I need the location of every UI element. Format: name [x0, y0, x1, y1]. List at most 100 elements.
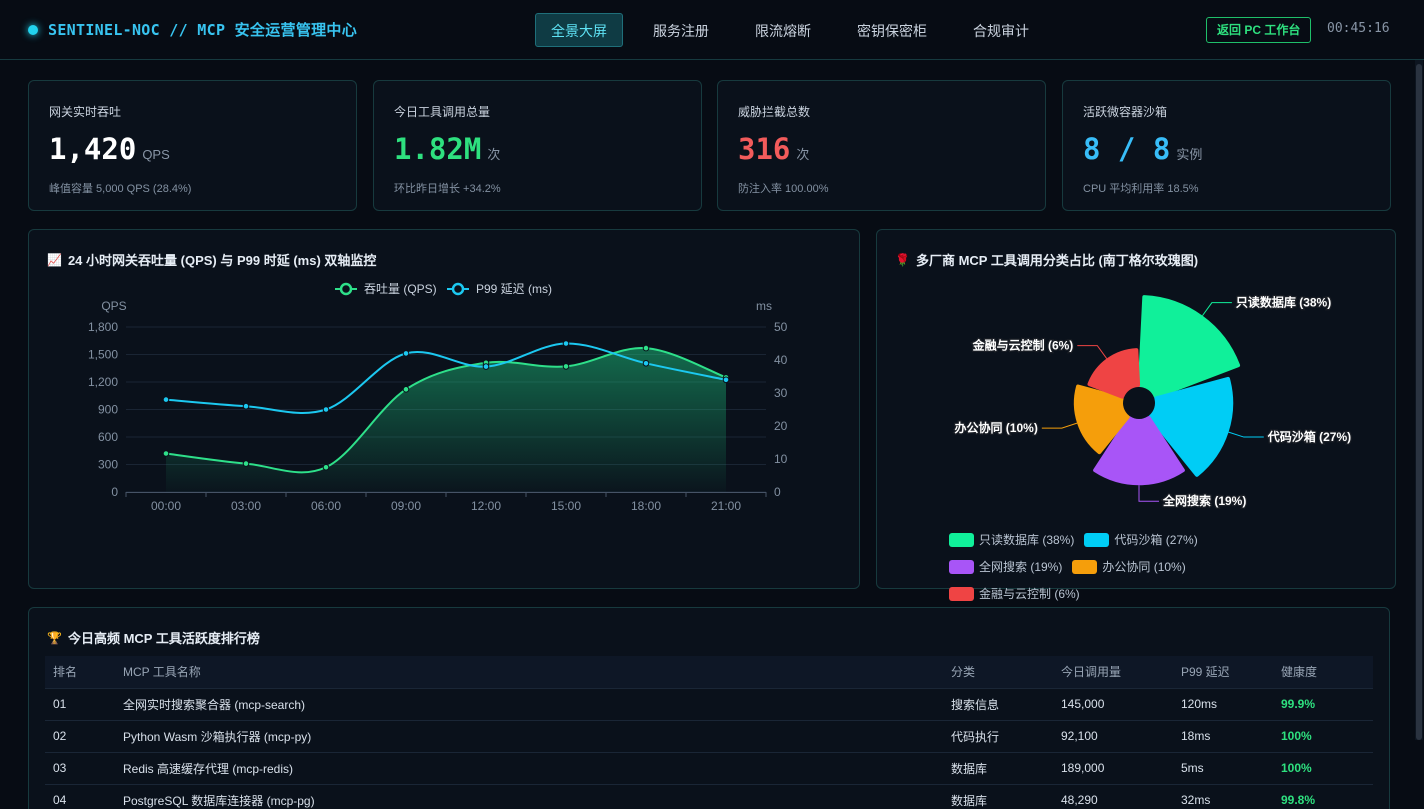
scrollbar-thumb[interactable]	[1416, 64, 1422, 740]
legend-item[interactable]: 金融与云控制 (6%)	[949, 582, 1080, 606]
y-left-tick-label: 0	[111, 485, 118, 499]
kpi-label: 威胁拦截总数	[738, 105, 811, 119]
column-header: P99 延迟	[1173, 656, 1273, 688]
trophy-icon: 🏆	[47, 630, 62, 645]
legend-item[interactable]: 代码沙箱 (27%)	[1084, 528, 1198, 552]
tool-name-cell: 全网实时搜索聚合器 (mcp-search)	[115, 687, 943, 720]
x-tick-label: 06:00	[311, 499, 341, 513]
health-cell: 99.9%	[1273, 687, 1373, 720]
label-leader-line	[1138, 485, 1159, 502]
data-point	[322, 406, 330, 413]
y-right-tick-label: 20	[774, 419, 788, 433]
legend-swatch	[1072, 560, 1098, 574]
table-row[interactable]: 02 Python Wasm 沙箱执行器 (mcp-py) 代码执行 92,10…	[45, 719, 1373, 752]
rose-icon: 🌹	[895, 252, 910, 267]
table-row[interactable]: 01 全网实时搜索聚合器 (mcp-search) 搜索信息 145,000 1…	[45, 687, 1373, 720]
back-to-workbench-button[interactable]: 返回 PC 工作台	[1206, 17, 1312, 43]
slice-label: 代码沙箱 (27%)	[1267, 429, 1351, 444]
y-right-tick-label: 30	[774, 386, 788, 400]
page-scrollbar[interactable]	[1415, 60, 1423, 740]
clock: 00:45:16	[1327, 21, 1390, 36]
kpi-card-sandboxes: 活跃微容器沙箱 8 / 8 实例 CPU 平均利用率 18.5%	[1062, 80, 1391, 211]
kpi-value: 1,420	[49, 132, 137, 166]
y-left-tick-label: 900	[98, 403, 118, 417]
column-header: 排名	[45, 656, 115, 688]
y-left-tick-label: 1,200	[88, 375, 118, 389]
rose-legend: 只读数据库 (38%) 代码沙箱 (27%) 全网搜索 (19%) 办公协同 (10%…	[949, 528, 1329, 609]
table-row[interactable]: 03 Redis 高速缓存代理 (mcp-redis) 数据库 189,000 …	[45, 751, 1373, 784]
tool-name-cell: Python Wasm 沙箱执行器 (mcp-py)	[115, 719, 943, 752]
panel-title: 📈 24 小时网关吞吐量 (QPS) 与 P99 时延 (ms) 双轴监控	[47, 250, 376, 269]
status-dot-icon	[28, 24, 38, 35]
legend-item[interactable]: 只读数据库 (38%)	[949, 528, 1074, 552]
legend-marker	[339, 282, 353, 296]
column-header: 今日调用量	[1053, 656, 1173, 688]
category-cell: 搜索信息	[943, 687, 1053, 720]
data-point	[482, 363, 490, 370]
table-row[interactable]: 04 PostgreSQL 数据库连接器 (mcp-pg) 数据库 48,290…	[45, 783, 1373, 809]
panel-title: 🌹 多厂商 MCP 工具调用分类占比 (南丁格尔玫瑰图)	[895, 250, 1198, 269]
kpi-card-tool-calls: 今日工具调用总量 1.82M 次 环比昨日增长 +34.2%	[373, 80, 702, 211]
label-leader-line	[1228, 431, 1264, 438]
kpi-unit: 次	[487, 147, 501, 162]
y-left-tick-label: 300	[98, 458, 118, 472]
legend-swatch	[1084, 533, 1110, 547]
kpi-value: 1.82M	[394, 132, 482, 166]
category-rose-panel: 🌹 多厂商 MCP 工具调用分类占比 (南丁格尔玫瑰图) 只读数据库 (38%)…	[876, 229, 1396, 601]
brand-title: SENTINEL-NOC // MCP 安全运营管理中心	[48, 21, 358, 39]
legend-label: 全网搜索 (19%)	[979, 560, 1063, 574]
legend-swatch	[949, 560, 974, 574]
rank-cell: 03	[45, 751, 115, 784]
nav-tab-overview[interactable]: 全景大屏	[535, 13, 623, 47]
x-tick-label: 09:00	[391, 499, 421, 513]
nav-tab-service-registry[interactable]: 服务注册	[637, 13, 725, 47]
slice-label: 只读数据库 (38%)	[1236, 295, 1331, 310]
category-cell: 数据库	[943, 783, 1053, 809]
legend-label: 金融与云控制 (6%)	[979, 587, 1080, 601]
brand: SENTINEL-NOC // MCP 安全运营管理中心	[28, 19, 357, 40]
data-point	[562, 363, 570, 370]
health-cell: 100%	[1273, 719, 1373, 752]
y-right-tick-label: 50	[774, 320, 788, 334]
series-area	[166, 347, 726, 492]
kpi-sub: 峰值容量 5,000 QPS (28.4%)	[49, 183, 192, 195]
kpi-label: 网关实时吞吐	[49, 105, 122, 119]
slice-label: 金融与云控制 (6%)	[972, 338, 1074, 353]
tool-ranking-panel: 🏆 今日高频 MCP 工具活跃度排行榜 排名 MCP 工具名称 分类 今日调用量…	[28, 607, 1390, 809]
legend-label: 办公协同 (10%)	[1102, 560, 1186, 574]
data-point	[642, 344, 650, 352]
y-right-tick-label: 40	[774, 353, 788, 367]
data-point	[242, 460, 250, 467]
legend-label: 只读数据库 (38%)	[979, 533, 1075, 547]
nav-tab-key-vault[interactable]: 密钥保密柜	[841, 13, 943, 47]
slice-label: 全网搜索 (19%)	[1162, 493, 1246, 508]
kpi-value: 8 / 8	[1083, 132, 1171, 166]
y-left-axis-label: QPS	[101, 299, 126, 313]
legend-item[interactable]: 办公协同 (10%)	[1072, 555, 1186, 579]
label-leader-line	[1202, 302, 1232, 316]
kpi-unit: QPS	[142, 147, 170, 162]
kpi-sub: 环比昨日增长 +34.2%	[394, 183, 501, 195]
label-leader-line	[1077, 345, 1108, 359]
nav-tab-compliance-audit[interactable]: 合规审计	[957, 13, 1045, 47]
kpi-card-throughput: 网关实时吞吐 1,420 QPS 峰值容量 5,000 QPS (28.4%)	[28, 80, 357, 211]
y-right-tick-label: 10	[774, 452, 788, 466]
nav-tab-rate-limit[interactable]: 限流熔断	[739, 13, 827, 47]
kpi-card-threats-blocked: 威胁拦截总数 316 次 防注入率 100.00%	[717, 80, 1046, 211]
legend-label: P99 延迟 (ms)	[476, 282, 552, 296]
legend-item[interactable]: 全网搜索 (19%)	[949, 555, 1062, 579]
table-header-row: 排名 MCP 工具名称 分类 今日调用量 P99 延迟 健康度	[45, 656, 1373, 688]
category-cell: 数据库	[943, 751, 1053, 784]
column-header: 健康度	[1273, 656, 1373, 688]
x-tick-label: 21:00	[711, 499, 741, 513]
data-point	[162, 396, 170, 403]
kpi-value: 316	[738, 132, 791, 166]
panel-title: 🏆 今日高频 MCP 工具活跃度排行榜	[47, 628, 260, 647]
label-leader-line	[1041, 422, 1078, 429]
data-point	[722, 376, 730, 384]
slice-label: 办公协同 (10%)	[954, 420, 1037, 435]
calls-cell: 48,290	[1053, 783, 1173, 809]
rank-cell: 04	[45, 783, 115, 809]
legend-label: 代码沙箱 (27%)	[1114, 533, 1198, 547]
column-header: 分类	[943, 656, 1053, 688]
